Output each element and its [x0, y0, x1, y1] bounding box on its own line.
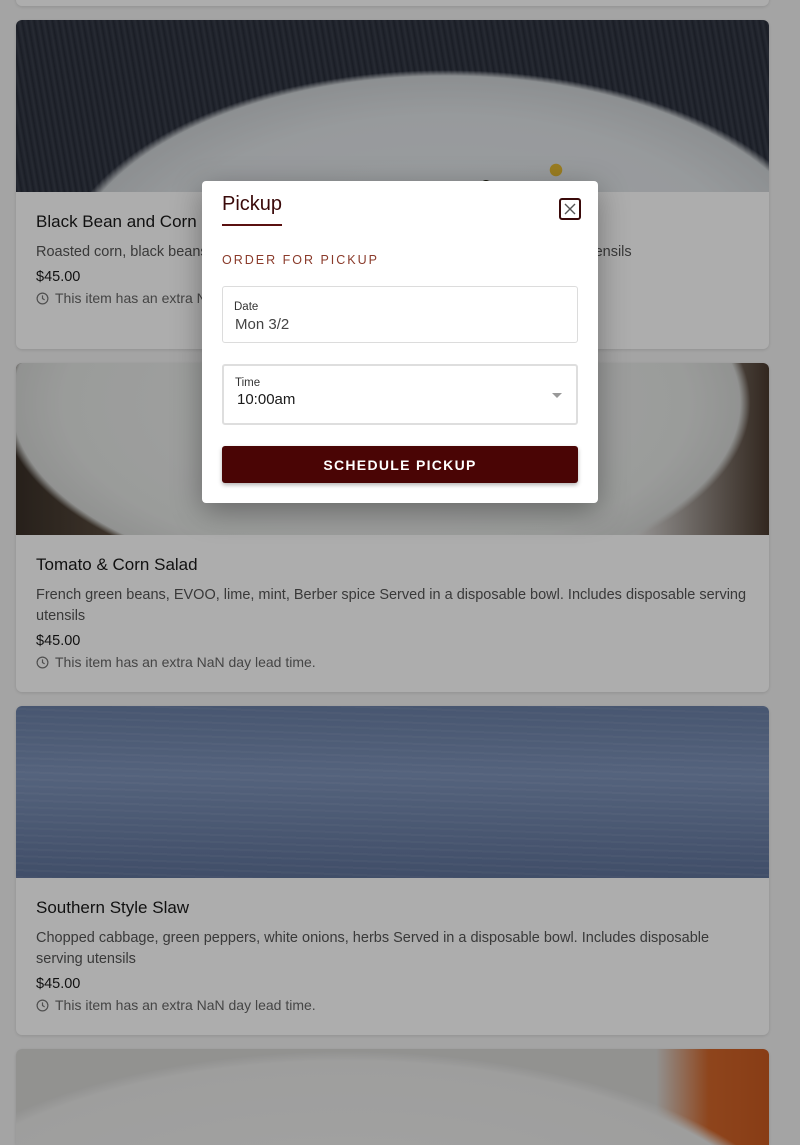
close-button[interactable]: [559, 198, 581, 220]
section-label: ORDER FOR PICKUP: [222, 253, 380, 267]
tab-pickup[interactable]: Pickup: [222, 193, 283, 226]
chevron-down-icon: [552, 393, 562, 398]
date-field-value: Mon 3/2: [235, 316, 290, 333]
schedule-pickup-button[interactable]: SCHEDULE PICKUP: [222, 446, 578, 483]
modal-backdrop[interactable]: [0, 0, 800, 1145]
pickup-modal: Pickup ORDER FOR PICKUP Date Mon 3/2 Tim…: [202, 181, 598, 503]
date-field[interactable]: Date Mon 3/2: [222, 286, 578, 343]
time-select[interactable]: Time 10:00am: [222, 364, 578, 425]
close-icon: [564, 203, 576, 215]
time-select-label: Time: [235, 377, 261, 389]
date-field-label: Date: [234, 301, 259, 313]
time-select-value: 10:00am: [237, 391, 296, 408]
